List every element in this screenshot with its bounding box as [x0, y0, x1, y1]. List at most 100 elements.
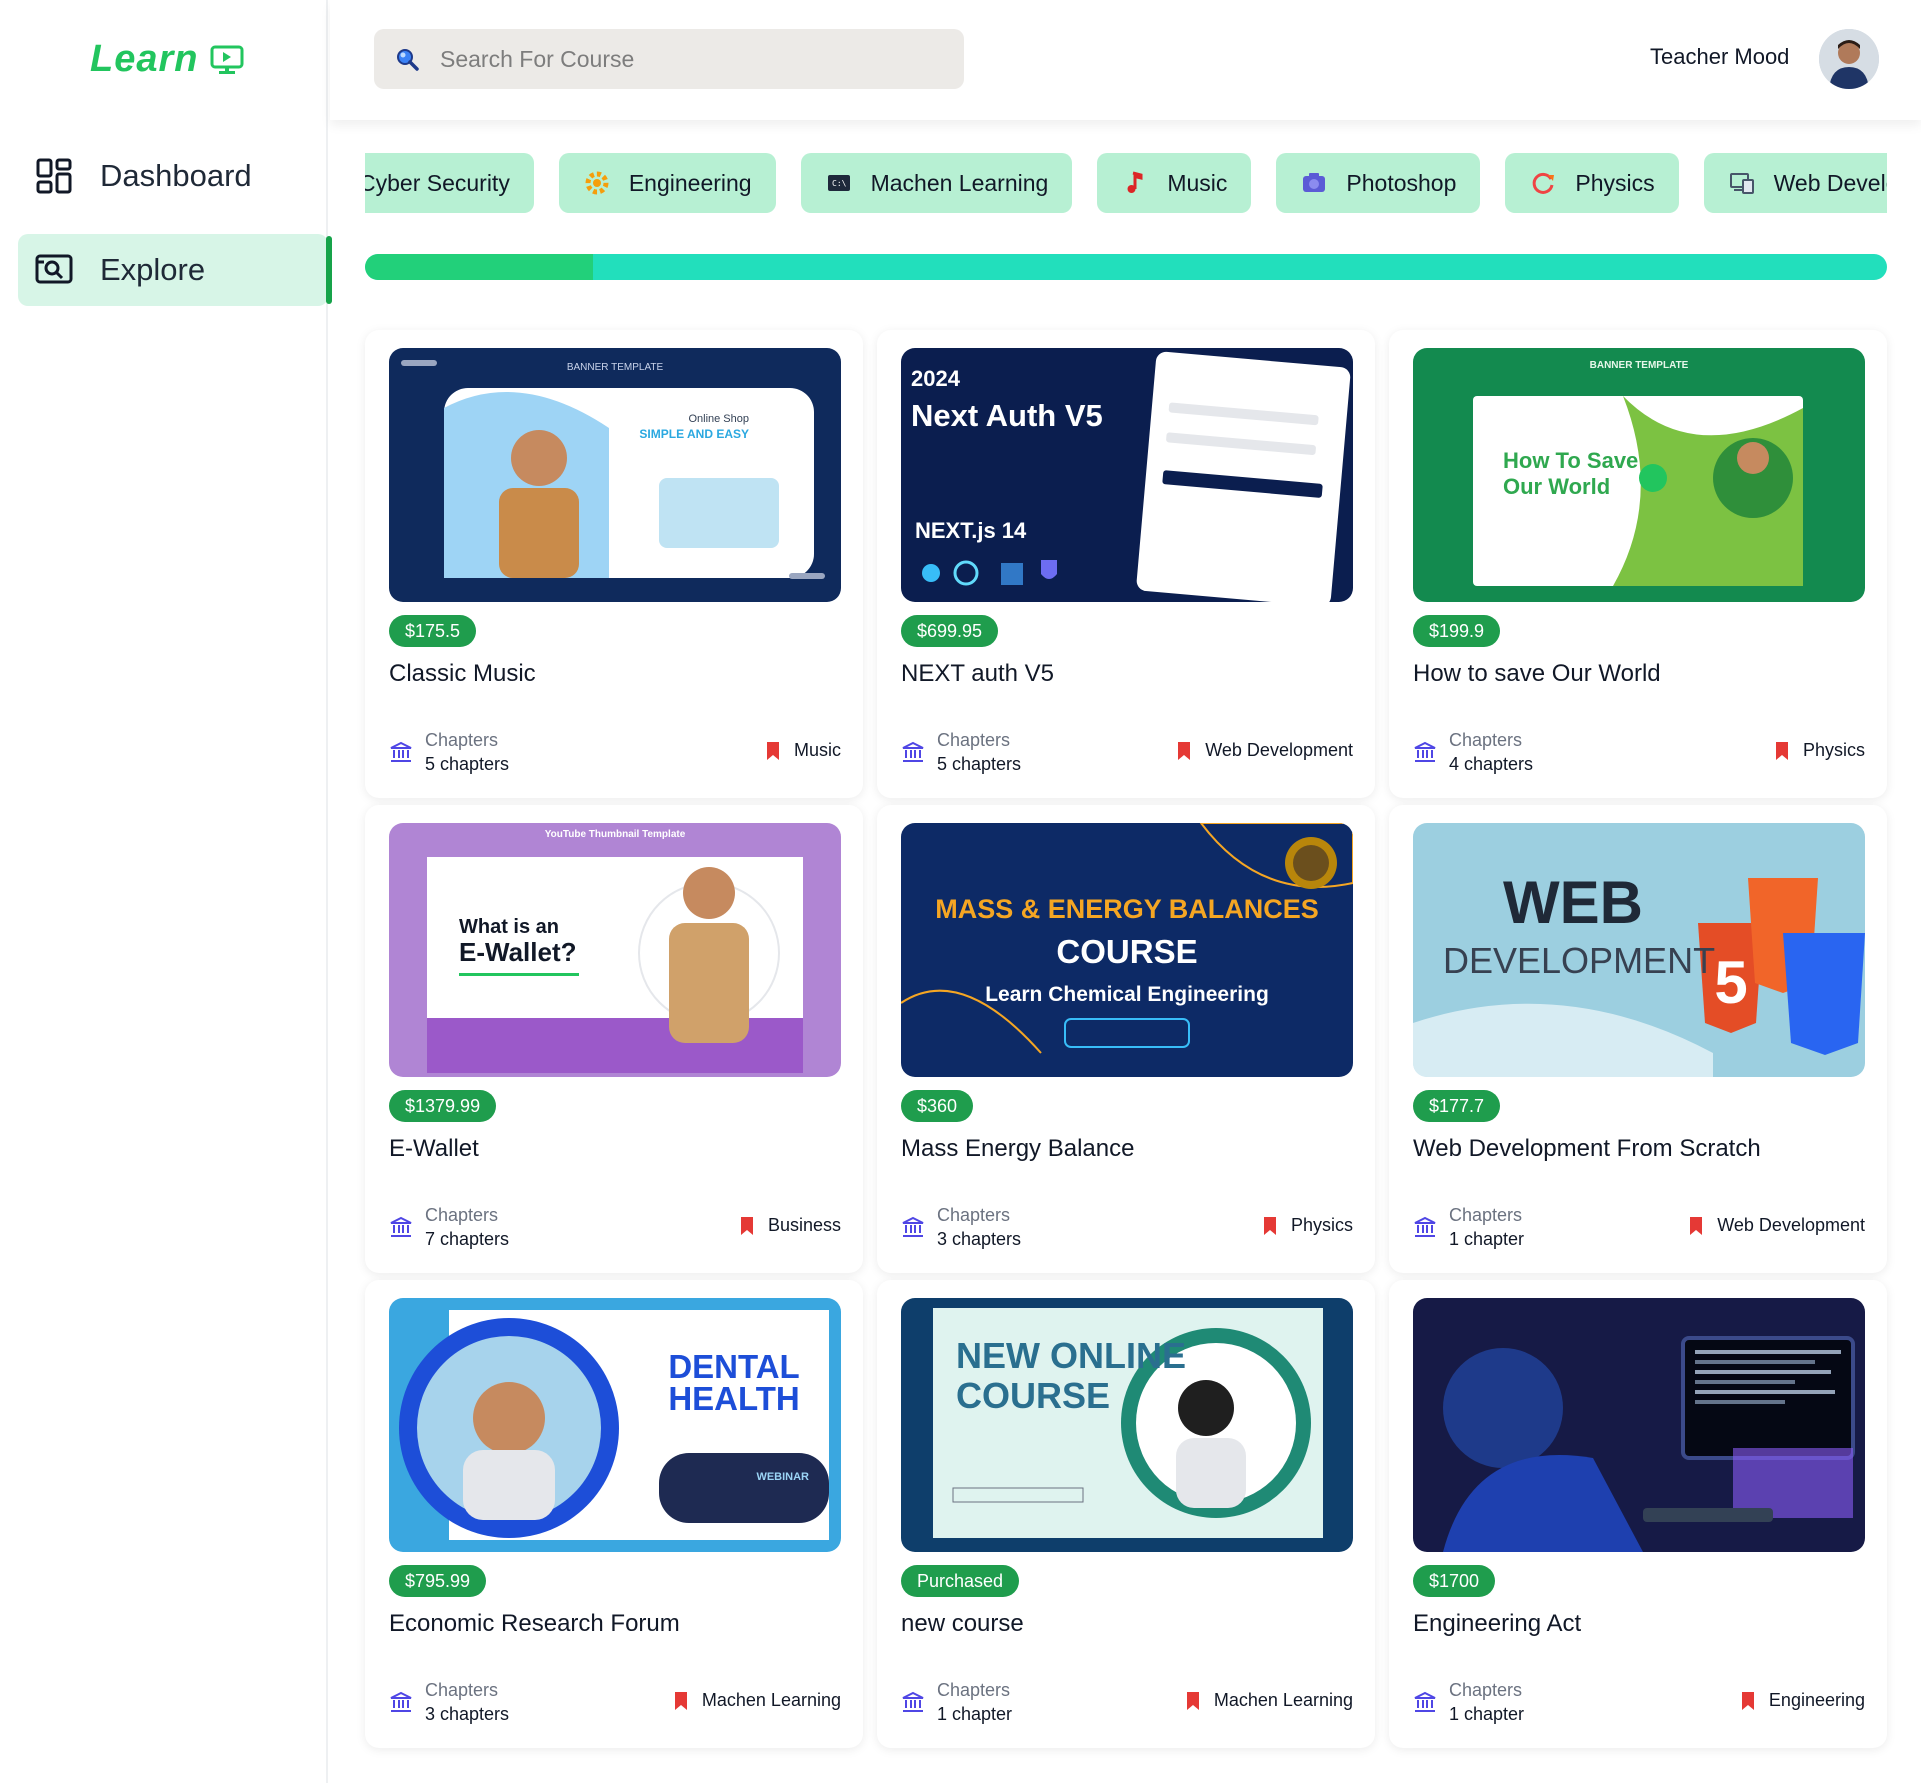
- chapters-label: Chapters: [937, 730, 1011, 750]
- category-chip-label: Music: [1167, 169, 1228, 196]
- course-category: Business: [740, 1215, 841, 1236]
- top-header: Teacher Mood: [330, 0, 1921, 120]
- category-filter-bar: Cyber Security Engineering C:\ Machen Learn…: [365, 153, 1887, 213]
- category-scrollbar[interactable]: [365, 254, 1887, 280]
- bookmark-icon: [740, 1216, 753, 1235]
- course-title[interactable]: Economic Research Forum: [389, 1610, 680, 1638]
- course-title[interactable]: E-Wallet: [389, 1135, 479, 1163]
- chapters-label: Chapters: [937, 1205, 1011, 1225]
- category-chip-photoshop[interactable]: Photoshop: [1276, 153, 1481, 213]
- library-icon: [390, 1216, 412, 1237]
- course-title[interactable]: new course: [901, 1610, 1024, 1638]
- category-chip-music[interactable]: Music: [1097, 153, 1252, 213]
- chapters-count: 4 chapters: [1449, 754, 1534, 774]
- thumb-text: BANNER TEMPLATE: [567, 362, 664, 373]
- category-label: Web Development: [1205, 740, 1353, 760]
- course-card[interactable]: BANNER TEMPLATE How To Save Our World $199…: [1389, 330, 1887, 798]
- course-thumbnail[interactable]: DENTAL HEALTH WEBINAR: [389, 1298, 841, 1552]
- search-bar[interactable]: [374, 29, 964, 89]
- chapters-count: 3 chapters: [937, 1229, 1022, 1249]
- bookmark-icon: [1178, 741, 1191, 760]
- category-chip-machen-learning[interactable]: C:\ Machen Learning: [800, 153, 1073, 213]
- library-icon: [902, 1216, 924, 1237]
- price-badge: $1379.99: [389, 1090, 497, 1122]
- thumb-text: COURSE: [956, 1375, 1110, 1416]
- category-label: Physics: [1802, 740, 1865, 760]
- thumb-text: NEW ONLINE: [956, 1335, 1186, 1376]
- thumb-text: What is an: [459, 916, 559, 938]
- category-label: Physics: [1290, 1215, 1353, 1235]
- course-thumbnail[interactable]: [1413, 1298, 1865, 1552]
- scrollbar-thumb[interactable]: [365, 254, 594, 280]
- course-title[interactable]: Engineering Act: [1413, 1610, 1581, 1638]
- course-category: Music: [766, 740, 841, 761]
- sidebar-item-label: Explore: [100, 252, 206, 287]
- course-thumbnail[interactable]: MASS & ENERGY BALANCES COURSE Learn Chemic…: [901, 823, 1353, 1077]
- thumb-text: SIMPLE AND EASY: [639, 427, 749, 441]
- thumb-text: BANNER TEMPLATE: [1590, 360, 1689, 371]
- user-avatar[interactable]: [1819, 29, 1879, 89]
- category-chip-engineering[interactable]: Engineering: [558, 153, 776, 213]
- bookmark-icon: [674, 1691, 687, 1710]
- course-thumbnail[interactable]: YouTube Thumbnail Template What is an E-Wa…: [389, 823, 841, 1077]
- course-card[interactable]: 2024 Next Auth V5 NEXT.js 14 $699.95 NEXT …: [877, 330, 1375, 798]
- bookmark-icon: [1690, 1216, 1703, 1235]
- thumb-text: Our World: [1503, 474, 1610, 499]
- course-title[interactable]: Mass Energy Balance: [901, 1135, 1134, 1163]
- thumb-text: WEBINAR: [756, 1471, 809, 1483]
- course-title[interactable]: Classic Music: [389, 660, 536, 688]
- chapters-count: 5 chapters: [425, 754, 510, 774]
- category-chip-physics[interactable]: Physics: [1505, 153, 1679, 213]
- search-input[interactable]: [440, 45, 920, 73]
- course-card[interactable]: DENTAL HEALTH WEBINAR $795.99 Economic Res…: [365, 1280, 863, 1748]
- category-label: Machen Learning: [1213, 1690, 1353, 1710]
- category-label: Music: [793, 740, 841, 760]
- thumb-text: WEB: [1503, 869, 1643, 936]
- search-icon: [397, 49, 419, 71]
- category-chip-web-development[interactable]: Web Development: [1703, 153, 1887, 213]
- price-badge: $795.99: [389, 1565, 487, 1597]
- category-label: Engineering: [1768, 1690, 1865, 1710]
- sidebar: Learn Dashboard Explore: [0, 0, 332, 1783]
- course-card[interactable]: YouTube Thumbnail Template What is an E-Wa…: [365, 805, 863, 1273]
- thumb-text: DEVELOPMENT: [1443, 940, 1715, 981]
- course-card[interactable]: $1700 Engineering Act Chapters 1 chapter…: [1389, 1280, 1887, 1748]
- course-title[interactable]: Web Development From Scratch: [1413, 1135, 1761, 1163]
- course-card[interactable]: BANNER TEMPLATE Online Shop SIMPLE AND EAS…: [365, 330, 863, 798]
- bookmark-icon: [1775, 741, 1788, 760]
- library-icon: [902, 741, 924, 762]
- library-icon: [1414, 741, 1436, 762]
- course-card[interactable]: 5 WEB DEVELOPMENT $177.7 Web Development F…: [1389, 805, 1887, 1273]
- course-thumbnail[interactable]: NEW ONLINE COURSE: [901, 1298, 1353, 1552]
- app-root: Learn Dashboard Explore Search For Cours…: [0, 0, 1921, 1783]
- chapters-count: 1 chapter: [937, 1704, 1013, 1724]
- sidebar-item-explore[interactable]: Explore: [18, 234, 332, 306]
- logo[interactable]: Learn: [90, 38, 244, 81]
- teacher-mode-link[interactable]: Teacher Mood: [1650, 44, 1789, 70]
- course-thumbnail[interactable]: 5 WEB DEVELOPMENT: [1413, 823, 1865, 1077]
- refresh-icon: [1533, 172, 1555, 194]
- bookmark-icon: [1186, 1691, 1199, 1710]
- chapters-label: Chapters: [937, 1680, 1011, 1700]
- course-category: Machen Learning: [1186, 1690, 1353, 1711]
- course-thumbnail[interactable]: BANNER TEMPLATE Online Shop SIMPLE AND EAS…: [389, 348, 841, 602]
- category-chip-cyber-security[interactable]: Cyber Security: [365, 153, 534, 213]
- course-title[interactable]: How to save Our World: [1413, 660, 1661, 688]
- course-card[interactable]: NEW ONLINE COURSE Purchased new course Ch…: [877, 1280, 1375, 1748]
- sidebar-item-dashboard[interactable]: Dashboard: [18, 140, 328, 212]
- chapters-count: 3 chapters: [425, 1704, 510, 1724]
- course-card[interactable]: MASS & ENERGY BALANCES COURSE Learn Chemic…: [877, 805, 1375, 1273]
- svg-text:C:\: C:\: [832, 179, 847, 188]
- course-category: Web Development: [1177, 740, 1353, 761]
- course-thumbnail[interactable]: BANNER TEMPLATE How To Save Our World: [1413, 348, 1865, 602]
- bookmark-icon: [1263, 1216, 1276, 1235]
- chapters-label: Chapters: [1449, 730, 1523, 750]
- category-chip-label: Photoshop: [1346, 169, 1457, 196]
- thumb-text: NEXT.js 14: [915, 518, 1027, 543]
- course-thumbnail[interactable]: 2024 Next Auth V5 NEXT.js 14: [901, 348, 1353, 602]
- price-badge: $699.95: [901, 615, 999, 647]
- category-chip-label: Machen Learning: [870, 169, 1049, 196]
- library-icon: [1414, 1216, 1436, 1237]
- camera-icon: [1303, 173, 1326, 192]
- course-title[interactable]: NEXT auth V5: [901, 660, 1054, 688]
